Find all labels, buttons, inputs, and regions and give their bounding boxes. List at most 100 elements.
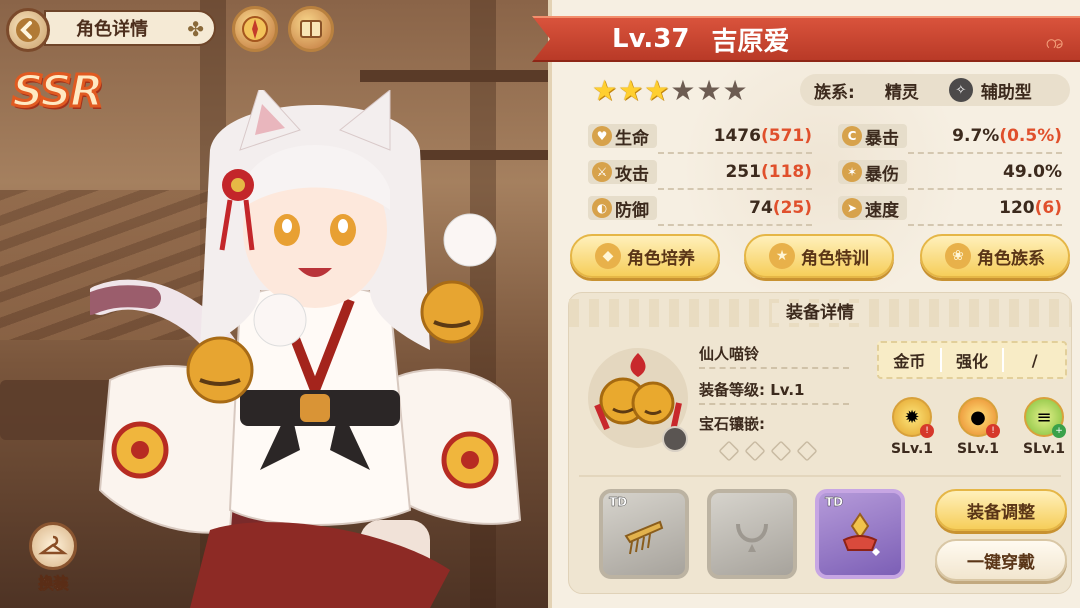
book-icon-button[interactable] (288, 6, 334, 52)
stat-defense: ◐ 防御 74(25) (588, 194, 812, 226)
slot-tag: TD (825, 495, 844, 509)
swirl-ornament-icon: ꩠ (1045, 29, 1064, 53)
character-level: Lv.37 (612, 24, 690, 54)
stat-bonus: (6) (1034, 198, 1062, 218)
stat-bonus: (0.5%) (999, 126, 1062, 146)
page-title: 角色详情 (76, 19, 148, 40)
character-special-training-label: 角色特训 (801, 248, 869, 269)
equipment-title-text: 装备详情 (772, 303, 868, 323)
star-icon: ★ (769, 243, 795, 269)
heart-icon: ♥ (592, 126, 612, 146)
gem-socket-label: 宝石镶嵌: (699, 415, 765, 433)
equipment-skill-3[interactable]: ≡ + SLv.1 (1019, 397, 1069, 457)
back-button[interactable] (6, 8, 50, 52)
compass-icon (242, 16, 268, 42)
slot-tag: TD (609, 495, 628, 509)
character-tribe-button[interactable]: ❀ 角色族系 (920, 234, 1070, 278)
star-empty-icon: ★ (696, 74, 722, 107)
equipment-section-title: 装备详情 (569, 299, 1071, 327)
gold-label: 金币 (879, 348, 942, 372)
stat-speed: ➤ 速度 120(6) (838, 194, 1062, 226)
stat-value: 251 (725, 162, 761, 182)
skill-level: SLv.1 (956, 441, 1000, 457)
stat-label: 速度 (865, 200, 899, 221)
equipment-adjust-label: 装备调整 (967, 502, 1035, 523)
equipment-section: 装备详情 仙人喵铃 装备等级: Lv.1 宝石镶嵌: 金币 强化 / ✹ ! S… (568, 292, 1072, 594)
equipment-adjust-button[interactable]: 装备调整 (935, 489, 1067, 531)
tribe-info: 族系: 精灵 ✧ 辅助型 (800, 74, 1070, 106)
rarity-badge: SSR (11, 65, 106, 119)
equipment-slot-empty[interactable] (707, 489, 797, 579)
character-portrait (90, 90, 522, 608)
hanger-icon (29, 522, 77, 570)
stat-value: 74 (749, 198, 773, 218)
stat-hp: ♥ 生命 1476(571) (588, 122, 812, 154)
bell-equipment-icon[interactable] (583, 343, 693, 453)
star-rating: ★ ★ ★ ★ ★ ★ (592, 76, 748, 106)
sword-icon: ⚔ (592, 162, 612, 182)
cat-head-icon: ◆ (595, 243, 621, 269)
character-special-training-button[interactable]: ★ 角色特训 (744, 234, 894, 278)
ornament-icon (842, 512, 880, 556)
stat-value: 1476 (713, 126, 761, 146)
star-filled-icon: ★ (644, 74, 670, 107)
name-ribbon: Lv.37 吉原爱 ꩠ (532, 16, 1080, 62)
stat-attack: ⚔ 攻击 251(118) (588, 158, 812, 190)
role-type-value: 辅助型 (980, 82, 1032, 103)
skill-level: SLv.1 (1022, 441, 1066, 457)
gem-socket[interactable] (796, 440, 818, 462)
boot-icon: ➤ (842, 198, 862, 218)
stat-crit-damage: ✶ 暴伤 49.0% (838, 158, 1062, 190)
stat-label: 防御 (615, 200, 649, 221)
empty-necklace-icon (736, 523, 768, 552)
star-filled-icon: ★ (618, 74, 644, 107)
tribe-label: 族系: (814, 82, 855, 103)
compass-icon-button[interactable] (232, 6, 278, 52)
paw-icon: ❀ (945, 243, 971, 269)
sun-skill-icon: ✹ ! (892, 397, 934, 438)
equipment-level: 装备等级: Lv.1 (699, 381, 805, 399)
equipment-slot-accessory[interactable]: TD (815, 489, 905, 579)
character-train-button[interactable]: ◆ 角色培养 (570, 234, 720, 278)
equipment-name: 仙人喵铃 (699, 345, 760, 363)
support-type-icon: ✧ (948, 78, 973, 102)
stat-bonus: (571) (760, 126, 812, 146)
detail-panel: Lv.37 吉原爱 ꩠ ★ ★ ★ ★ ★ ★ 族系: 精灵 ✧ 辅助型 ♥ 生命 1476… (532, 0, 1080, 608)
star-filled-icon: ★ (592, 74, 618, 107)
bamboo-skill-icon: ≡ + (1024, 397, 1066, 438)
burst-icon: ✶ (842, 162, 862, 182)
clover-icon: ✤ (187, 17, 204, 41)
stat-label: 生命 (615, 128, 649, 149)
equipment-skill-2[interactable]: ● ! SLv.1 (953, 397, 1003, 457)
swap-outfit-button[interactable]: 换装 (18, 522, 88, 602)
gem-socket[interactable] (770, 440, 792, 462)
page-title-bar: 角色详情 ✤ (44, 10, 216, 46)
alert-badge-icon: ! (920, 424, 934, 438)
shield-icon: ◐ (592, 198, 612, 218)
star-empty-icon: ★ (670, 74, 696, 107)
gem-socket[interactable] (718, 440, 740, 462)
character-train-label: 角色培养 (627, 248, 695, 269)
swap-outfit-label: 换装 (37, 574, 69, 593)
stat-value: 49.0% (1003, 162, 1062, 182)
equipment-slot-comb[interactable]: TD (599, 489, 689, 579)
equipment-skill-1[interactable]: ✹ ! SLv.1 (887, 397, 937, 457)
rarity-tag-icon (662, 426, 688, 452)
crit-icon: C (842, 126, 862, 146)
stat-bonus: (25) (772, 198, 812, 218)
stat-value: 9.7% (952, 126, 1000, 146)
background-shelf (360, 70, 560, 82)
skill-level: SLv.1 (890, 441, 934, 457)
one-click-equip-button[interactable]: 一键穿戴 (935, 539, 1067, 581)
book-icon (300, 20, 322, 38)
gem-socket[interactable] (744, 440, 766, 462)
coin-skill-icon: ● ! (958, 397, 1000, 438)
enhance-label: 强化 (942, 348, 1005, 372)
enhance-cost-box: 金币 强化 / (877, 341, 1067, 379)
comb-icon (624, 520, 664, 555)
gem-sockets (718, 440, 818, 462)
back-arrow-icon (16, 18, 40, 42)
star-empty-icon: ★ (722, 74, 748, 107)
character-name: 吉原爱 (711, 26, 790, 57)
enhance-cost-value: / (1031, 350, 1038, 370)
